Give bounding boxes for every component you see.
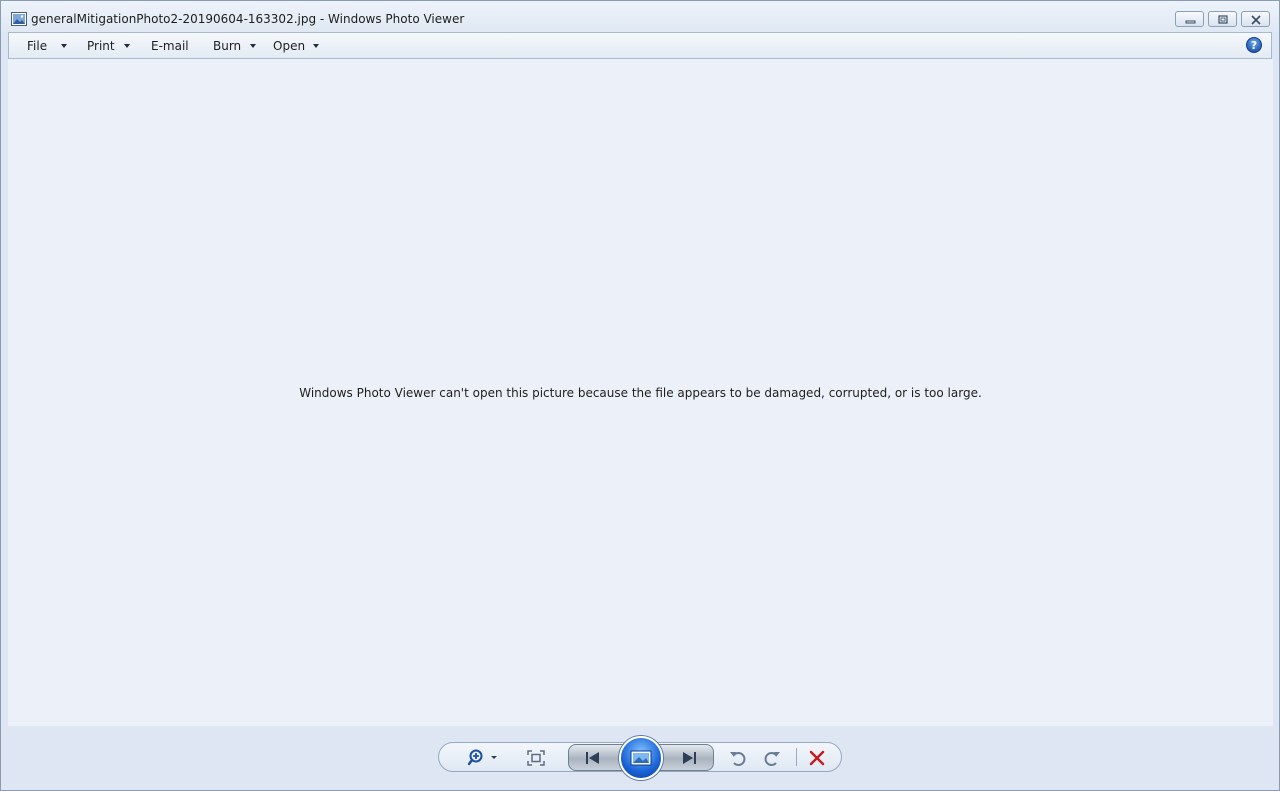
- bottom-toolbar: [1, 726, 1279, 790]
- menu-email[interactable]: E-mail: [151, 39, 189, 53]
- window-title: generalMitigationPhoto2-20190604-163302.…: [31, 12, 465, 26]
- rotate-counterclockwise-icon[interactable]: [729, 749, 747, 771]
- close-button[interactable]: [1241, 11, 1270, 27]
- open-dropdown-arrow-icon[interactable]: [313, 44, 319, 48]
- actual-size-icon[interactable]: [527, 750, 545, 770]
- svg-text:?: ?: [1251, 39, 1257, 52]
- title-bar: generalMitigationPhoto2-20190604-163302.…: [1, 1, 1279, 32]
- photo-viewer-window: generalMitigationPhoto2-20190604-163302.…: [0, 0, 1280, 791]
- restore-button[interactable]: [1208, 11, 1237, 27]
- close-icon: [1251, 15, 1261, 25]
- restore-icon: [1218, 15, 1228, 24]
- file-dropdown-arrow-icon[interactable]: [61, 44, 67, 48]
- slideshow-icon: [630, 750, 652, 770]
- toolbar-separator: [796, 748, 797, 766]
- image-display-area: Windows Photo Viewer can't open this pic…: [8, 59, 1273, 726]
- menu-burn[interactable]: Burn: [213, 39, 241, 53]
- burn-dropdown-arrow-icon[interactable]: [250, 44, 256, 48]
- rotate-clockwise-icon[interactable]: [763, 749, 781, 771]
- delete-icon[interactable]: [809, 750, 825, 770]
- menu-file[interactable]: File: [27, 39, 47, 53]
- photo-viewer-app-icon: [11, 11, 27, 26]
- help-icon[interactable]: ?: [1246, 37, 1262, 53]
- error-message: Windows Photo Viewer can't open this pic…: [299, 386, 982, 400]
- command-bar: File Print E-mail Burn Open ?: [8, 32, 1272, 59]
- next-icon[interactable]: [680, 750, 698, 770]
- zoom-icon[interactable]: [467, 749, 500, 771]
- print-dropdown-arrow-icon[interactable]: [124, 44, 130, 48]
- previous-icon[interactable]: [584, 750, 602, 770]
- minimize-icon: [1185, 20, 1196, 24]
- menu-print[interactable]: Print: [87, 39, 115, 53]
- minimize-button[interactable]: [1175, 11, 1204, 27]
- menu-open[interactable]: Open: [273, 39, 305, 53]
